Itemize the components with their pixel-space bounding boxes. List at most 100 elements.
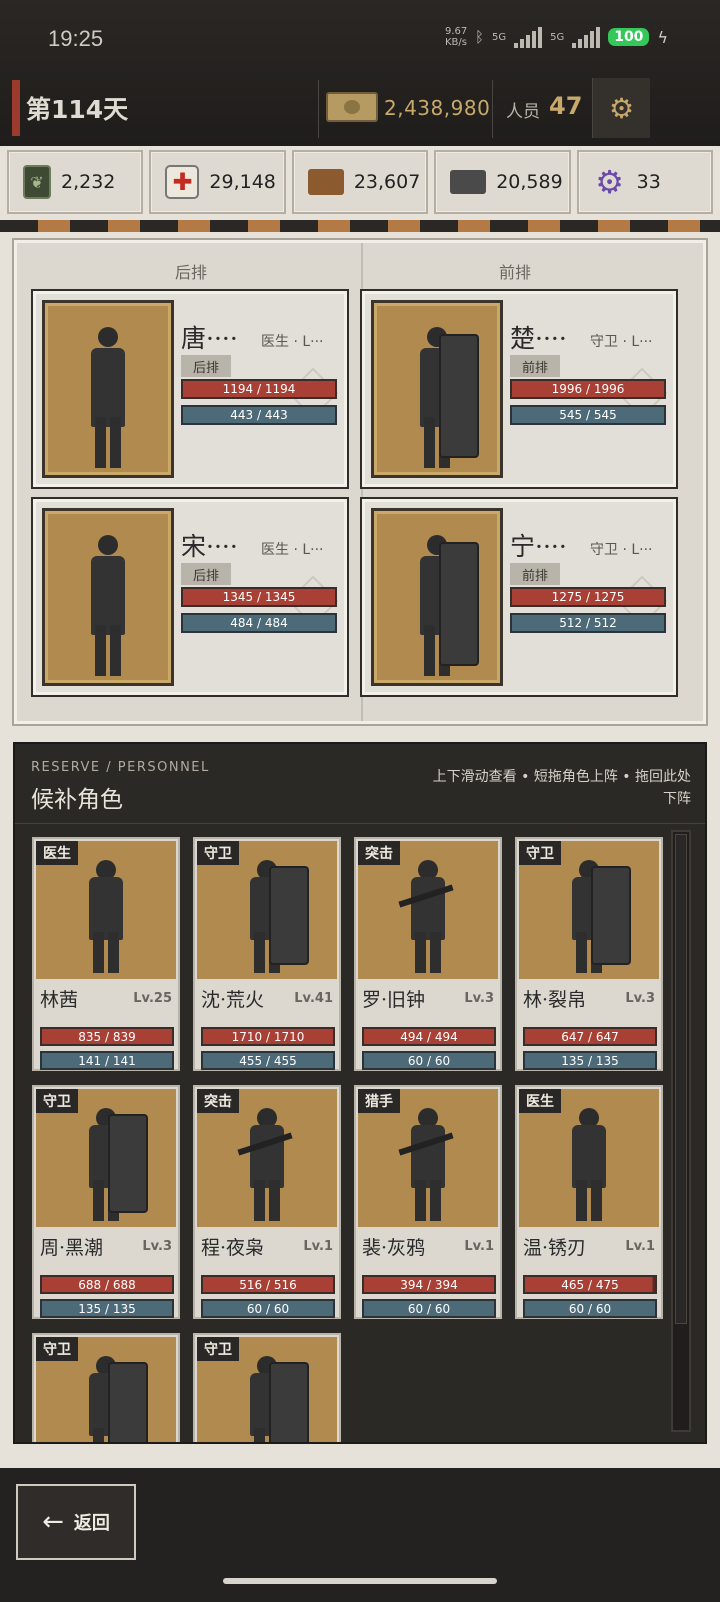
reserve-scrollbar[interactable] (671, 830, 691, 1432)
character-level: Lv.3 (464, 991, 494, 1006)
reserve-card[interactable]: 守卫 林·裂帛 Lv.3 647 / 647 135 / 135 (515, 837, 663, 1071)
formation-slot-front-2[interactable]: 宁···· 守卫 · L··· 前排 1275 / 1275 512 / 512 (360, 497, 678, 697)
character-level: Lv.1 (464, 1239, 494, 1254)
character-level: Lv.25 (133, 991, 172, 1006)
bluetooth-icon: ᛒ (474, 28, 484, 46)
reserve-title: 候补角色 (31, 787, 123, 813)
home-indicator[interactable] (223, 1578, 497, 1584)
signal2-label: 5G (550, 31, 565, 43)
status-time: 19:25 (48, 26, 104, 51)
reserve-card[interactable]: 守卫 (32, 1333, 180, 1442)
reserve-card[interactable]: 守卫 沈·荒火 Lv.41 1710 / 1710 455 / 455 (193, 837, 341, 1071)
formation-slot-front-1[interactable]: 楚···· 守卫 · L··· 前排 1996 / 1996 545 / 545 (360, 289, 678, 489)
resource-food: ❦ 2,232 (7, 150, 144, 214)
reserve-card[interactable]: 守卫 (193, 1333, 341, 1442)
character-name: 程·夜枭 (201, 1237, 265, 1259)
energy-bar: 443 / 443 (181, 405, 337, 425)
hp-bar: 1345 / 1345 (181, 587, 337, 607)
wood-icon (307, 169, 344, 195)
reserve-card[interactable]: 突击 罗·旧钟 Lv.3 494 / 494 60 / 60 (354, 837, 502, 1071)
class-tag: 守卫 (519, 841, 561, 865)
row-tag: 后排 (181, 563, 231, 585)
energy-bar: 455 / 455 (201, 1051, 335, 1070)
character-name: 裴·灰鸦 (362, 1237, 426, 1259)
resource-value: 20,589 (496, 171, 563, 193)
character-name: 周·黑潮 (40, 1237, 104, 1259)
character-portrait (371, 508, 503, 686)
resource-components: ⚙ 33 (576, 150, 714, 214)
character-name: 温·锈刃 (523, 1237, 587, 1259)
component-gear-icon: ⚙ (595, 163, 624, 201)
signal-icon (514, 26, 543, 48)
reserve-card[interactable]: 猎手 裴·灰鸦 Lv.1 394 / 394 60 / 60 (354, 1085, 502, 1319)
reserve-card[interactable]: 医生 林茜 Lv.25 835 / 839 141 / 141 (32, 837, 180, 1071)
character-level: Lv.3 (625, 991, 655, 1006)
divider (492, 80, 493, 138)
reserve-card[interactable]: 突击 程·夜枭 Lv.1 516 / 516 60 / 60 (193, 1085, 341, 1319)
character-level: Lv.1 (625, 1239, 655, 1254)
character-name: 楚···· (510, 324, 567, 353)
character-role: 守卫 · L··· (590, 542, 653, 558)
reserve-hint: 上下滑动查看 • 短拖角色上阵 • 拖回此处下阵 (432, 769, 691, 807)
reserve-panel[interactable]: RESERVE / PERSONNEL 候补角色 上下滑动查看 • 短拖角色上阵… (13, 742, 707, 1444)
energy-bar: 545 / 545 (510, 405, 666, 425)
reserve-card[interactable]: 守卫 周·黑潮 Lv.3 688 / 688 135 / 135 (32, 1085, 180, 1319)
hp-bar: 1996 / 1996 (510, 379, 666, 399)
hp-bar: 647 / 647 (523, 1027, 657, 1046)
class-tag: 守卫 (197, 1337, 239, 1361)
hp-bar: 1275 / 1275 (510, 587, 666, 607)
staff-count: 47 (549, 92, 583, 120)
energy-bar: 60 / 60 (362, 1051, 496, 1070)
resource-wood: 23,607 (291, 150, 429, 214)
day-accent (12, 80, 20, 136)
class-tag: 守卫 (36, 1089, 78, 1113)
staff-label: 人员 (506, 102, 540, 122)
class-tag: 医生 (519, 1089, 561, 1113)
resource-value: 33 (636, 171, 661, 193)
character-role: 守卫 · L··· (590, 334, 653, 350)
character-name: 沈·荒火 (201, 989, 265, 1011)
character-level: Lv.3 (142, 1239, 172, 1254)
hp-bar: 835 / 839 (40, 1027, 174, 1046)
hp-bar: 516 / 516 (201, 1275, 335, 1294)
front-row-label: 前排 (499, 263, 532, 282)
back-button[interactable]: ← 返回 (16, 1484, 136, 1560)
energy-bar: 141 / 141 (40, 1051, 174, 1070)
energy-bar: 60 / 60 (201, 1299, 335, 1318)
charging-icon: ϟ (657, 27, 668, 47)
arrow-left-icon: ← (42, 1507, 64, 1537)
character-role: 医生 · L··· (261, 542, 324, 558)
character-portrait (42, 300, 174, 478)
character-level: Lv.1 (303, 1239, 333, 1254)
hp-bar: 1194 / 1194 (181, 379, 337, 399)
settings-button[interactable]: ⚙ (592, 78, 650, 138)
class-tag: 突击 (197, 1089, 239, 1113)
day-counter: 第114天 (26, 95, 129, 124)
hp-bar: 394 / 394 (362, 1275, 496, 1294)
status-bar: 19:25 9.67 KB/s ᛒ 5G 5G 100 ϟ (0, 0, 720, 78)
row-tag: 前排 (510, 563, 560, 585)
formation-slot-back-1[interactable]: 唐···· 医生 · L··· 后排 1194 / 1194 443 / 443 (31, 289, 349, 489)
energy-bar: 60 / 60 (523, 1299, 657, 1318)
gear-icon: ⚙ (608, 91, 635, 125)
energy-bar: 512 / 512 (510, 613, 666, 633)
scroll-thumb[interactable] (675, 834, 687, 1324)
character-portrait (42, 508, 174, 686)
divider (318, 80, 319, 138)
net-speed: 9.67 KB/s (444, 26, 468, 48)
food-can-icon: ❦ (23, 165, 51, 199)
formation-slot-back-2[interactable]: 宋···· 医生 · L··· 后排 1345 / 1345 484 / 484 (31, 497, 349, 697)
signal1-label: 5G (491, 31, 507, 43)
resource-medicine: ✚ 29,148 (149, 150, 286, 214)
class-tag: 医生 (36, 841, 78, 865)
hp-bar: 494 / 494 (362, 1027, 496, 1046)
reserve-card[interactable]: 医生 温·锈刃 Lv.1 465 / 475 60 / 60 (515, 1085, 663, 1319)
class-tag: 守卫 (197, 841, 239, 865)
character-portrait (371, 300, 503, 478)
resource-value: 23,607 (353, 171, 421, 193)
character-name: 宋···· (181, 532, 238, 561)
resource-value: 29,148 (209, 171, 276, 193)
character-name: 宁···· (510, 532, 567, 561)
energy-bar: 484 / 484 (181, 613, 337, 633)
class-tag: 守卫 (36, 1337, 78, 1361)
